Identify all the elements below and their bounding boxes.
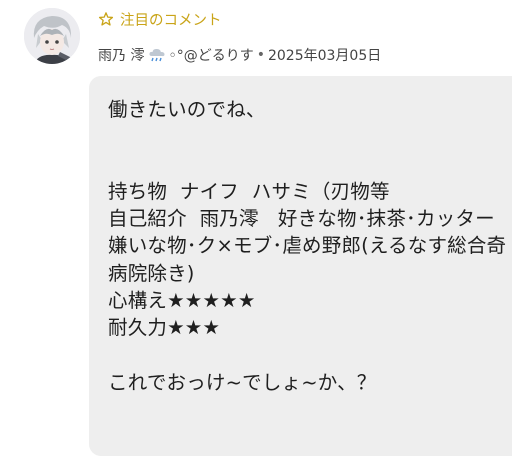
- rain-cloud-icon: [148, 47, 166, 63]
- avatar-image: [24, 8, 80, 64]
- featured-comment-label: 注目のコメント: [120, 12, 222, 29]
- featured-comment-badge: 注目のコメント: [98, 8, 222, 30]
- author-handle[interactable]: ◦°@どるりす: [168, 45, 253, 65]
- comment-meta: 雨乃 澪 ◦°@どるりす • 2025年03月05日: [98, 44, 381, 66]
- comment-date: 2025年03月05日: [267, 48, 382, 64]
- comment-body: 働きたいのでね、 持ち物 ナイフ ハサミ（刃物等 自己紹介 雨乃澪 好きな物･抹…: [108, 98, 507, 394]
- meta-separator: •: [256, 47, 265, 63]
- avatar[interactable]: [24, 8, 80, 64]
- author-name[interactable]: 雨乃 澪: [98, 45, 144, 65]
- star-outline-icon: [98, 11, 114, 27]
